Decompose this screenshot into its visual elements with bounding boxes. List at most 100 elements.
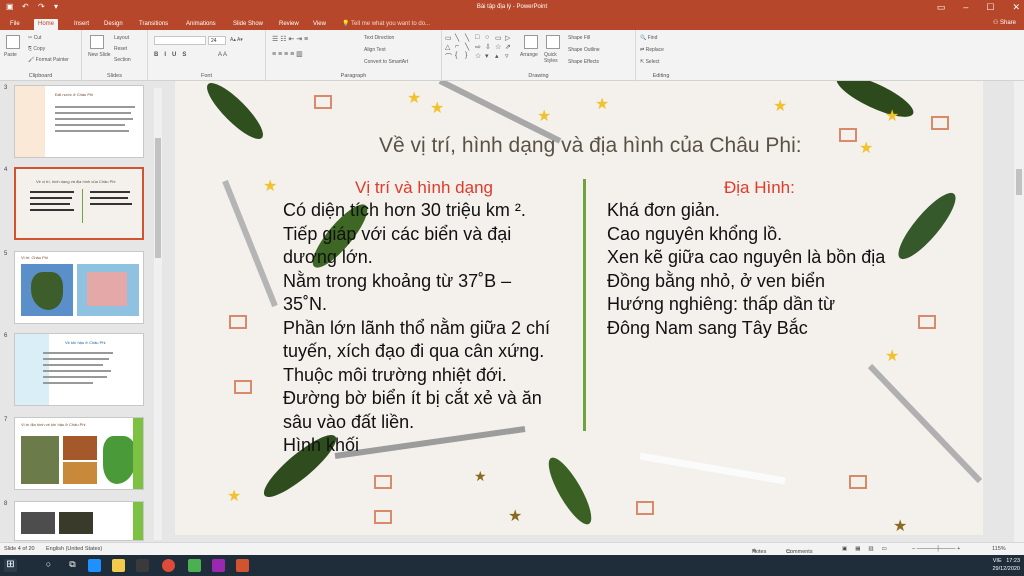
reset-button[interactable]: Reset	[114, 46, 127, 52]
copy-button[interactable]: ⎘ Copy	[28, 46, 45, 52]
find-button[interactable]: 🔍 Find	[640, 35, 657, 41]
clock-time: 17:23	[1006, 558, 1020, 564]
tab-file[interactable]: File	[6, 19, 24, 30]
star-decoration: ★	[859, 140, 873, 157]
close-button[interactable]: ✕	[1012, 2, 1020, 13]
bullets-icon[interactable]: ☰ ☷ ⇤ ⇥ ≡	[272, 35, 308, 43]
search-icon[interactable]: ○	[42, 559, 55, 572]
font-name-box[interactable]	[154, 36, 206, 45]
left-column-heading[interactable]: Vị trí và hình dạng	[355, 178, 493, 198]
arrange-icon[interactable]	[524, 35, 538, 49]
cut-button[interactable]: ✂ Cut	[28, 35, 41, 41]
slide-thumbnail-6[interactable]: Về khí hậu ở Châu Phi	[14, 333, 144, 406]
grow-font-icon[interactable]: A▴ A▾	[230, 37, 243, 43]
slide-scroll-handle[interactable]	[1016, 169, 1022, 195]
new-slide-button[interactable]: New Slide	[88, 52, 111, 58]
thumb-number-6: 6	[4, 333, 8, 339]
slide-thumbnail-7[interactable]: Vị trí địa hình về khí hậu ở Châu Phi	[14, 417, 144, 490]
clip-decoration	[918, 315, 936, 329]
leaf-decoration	[836, 81, 914, 117]
slide-thumbnail-5[interactable]: Vị trí: Châu Phi	[14, 251, 144, 324]
edge-icon[interactable]	[88, 559, 101, 572]
store-icon[interactable]	[136, 559, 149, 572]
left-line: 35˚N.	[283, 294, 328, 314]
arrange-button[interactable]: Arrange	[520, 52, 538, 58]
replace-button[interactable]: ⇄ Replace	[640, 47, 664, 53]
language-indicator[interactable]: English (United States)	[46, 546, 102, 552]
task-view-icon[interactable]: ⧉	[66, 559, 79, 572]
star-decoration: ★	[885, 348, 899, 365]
left-line: Phần lớn lãnh thổ nằm giữa 2 chí	[283, 317, 551, 338]
view-buttons[interactable]: ▣▦▥▭	[842, 546, 895, 552]
right-line: Hướng nghiêng: thấp dần từ	[607, 294, 836, 314]
align-icons[interactable]: ≡ ≡ ≡ ≡ ▥	[272, 50, 303, 58]
app-icon[interactable]	[188, 559, 201, 572]
tab-review[interactable]: Review	[275, 19, 303, 30]
tab-slide-show[interactable]: Slide Show	[229, 19, 267, 30]
clipboard-group: Paste ✂ Cut ⎘ Copy 🖌 Format Painter Clip…	[0, 30, 82, 81]
left-line: Nằm trong khoảng từ 37˚B –	[283, 270, 512, 291]
shape-effects-button[interactable]: Shape Effects	[568, 59, 599, 65]
tab-view[interactable]: View	[309, 19, 330, 30]
font-style-buttons[interactable]: BIUS	[154, 52, 192, 58]
powerpoint-icon[interactable]	[236, 559, 249, 572]
quick-styles-button[interactable]: Quick Styles	[544, 52, 564, 64]
zoom-level[interactable]: 115%	[992, 546, 1006, 552]
keyboard-language[interactable]: VIE	[993, 558, 1002, 564]
tab-design[interactable]: Design	[100, 19, 127, 30]
maximize-button[interactable]: ☐	[986, 2, 994, 13]
left-column-text[interactable]: Có diện tích hơn 30 triệu km ². Tiếp giá…	[283, 199, 550, 458]
slide-scrollbar[interactable]	[1014, 81, 1024, 542]
ribbon-display-icon[interactable]: ▭	[937, 2, 946, 13]
tab-transitions[interactable]: Transitions	[135, 19, 172, 30]
thumbnail-scroll-handle[interactable]	[155, 138, 161, 258]
font-color-icon[interactable]: A A	[218, 52, 227, 58]
layout-button[interactable]: Layout	[114, 35, 129, 41]
quick-styles-icon[interactable]	[546, 35, 560, 49]
tell-me-box[interactable]: 💡 Tell me what you want to do...	[338, 19, 434, 30]
new-slide-icon[interactable]	[90, 35, 104, 49]
clip-decoration	[374, 510, 392, 524]
star-decoration: ★	[430, 100, 444, 117]
slide-thumbnail-3[interactable]: Đất nước ở Châu Phi	[14, 85, 144, 158]
slide-title[interactable]: Về vị trí, hình dạng và địa hình của Châ…	[379, 134, 802, 158]
star-decoration: ★	[407, 90, 421, 107]
tab-animations[interactable]: Animations	[182, 19, 220, 30]
file-explorer-icon[interactable]	[112, 559, 125, 572]
share-button[interactable]: ⚇ Share	[993, 19, 1016, 26]
slide-thumbnail-4[interactable]: Về vị trí, hình dạng và địa hình của Châ…	[14, 167, 144, 240]
clip-decoration	[234, 380, 252, 394]
pencil-decoration	[639, 452, 786, 485]
font-size-box[interactable]: 24	[208, 36, 226, 45]
shapes-gallery[interactable]: ▭ ╲ ╲ □ ○ ▭ ▷ △ ⌐ ╲ ⇨ ⇩ ☆ ⇗ ⌒{} ☆ ▾ ▴ ▿	[445, 34, 515, 64]
paragraph-group-label: Paragraph	[340, 73, 367, 79]
right-column-text[interactable]: Khá đơn giản. Cao nguyên khổng lồ. Xen k…	[607, 199, 885, 340]
left-line: Đường bờ biển ít bị cắt xẻ và ăn	[283, 388, 542, 408]
chrome-icon[interactable]	[162, 559, 175, 572]
smartart-button[interactable]: Convert to SmartArt	[364, 59, 408, 65]
shape-fill-button[interactable]: Shape Fill	[568, 35, 590, 41]
tab-home[interactable]: Home	[34, 19, 59, 30]
slide-counter: Slide 4 of 20	[4, 546, 35, 552]
minimize-button[interactable]: –	[963, 2, 968, 13]
zoom-slider[interactable]: – ─────┼──── +	[912, 546, 960, 552]
thumbnail-scrollbar[interactable]	[154, 88, 162, 540]
slide-thumbnail-8[interactable]	[14, 501, 144, 541]
slide-canvas[interactable]: ★ ★ ★ ★ ★ ★ ★ ★ ★ ★ ★ ★ ★ Về vị trí, hìn…	[175, 81, 983, 535]
pencil-decoration	[222, 179, 278, 308]
section-button[interactable]: Section	[114, 57, 131, 63]
tab-insert[interactable]: Insert	[70, 19, 93, 30]
thumb-number-3: 3	[4, 85, 8, 91]
paste-button[interactable]: Paste	[4, 52, 17, 58]
paste-icon[interactable]	[6, 35, 20, 49]
align-text-button[interactable]: Align Text	[364, 47, 386, 53]
app-icon-2[interactable]	[212, 559, 225, 572]
system-tray[interactable]: VIE 17:23 29/12/2020	[992, 557, 1020, 573]
windows-start-icon[interactable]: ⊞	[4, 559, 17, 572]
right-column-heading[interactable]: Địa Hình:	[724, 178, 795, 198]
text-direction-button[interactable]: Text Direction	[364, 35, 394, 41]
format-painter-button[interactable]: 🖌 Format Painter	[28, 57, 69, 63]
paragraph-group: ☰ ☷ ⇤ ⇥ ≡ ≡ ≡ ≡ ≡ ▥ Text Direction Align…	[266, 30, 442, 81]
shape-outline-button[interactable]: Shape Outline	[568, 47, 600, 53]
select-button[interactable]: ⇱ Select	[640, 59, 660, 65]
